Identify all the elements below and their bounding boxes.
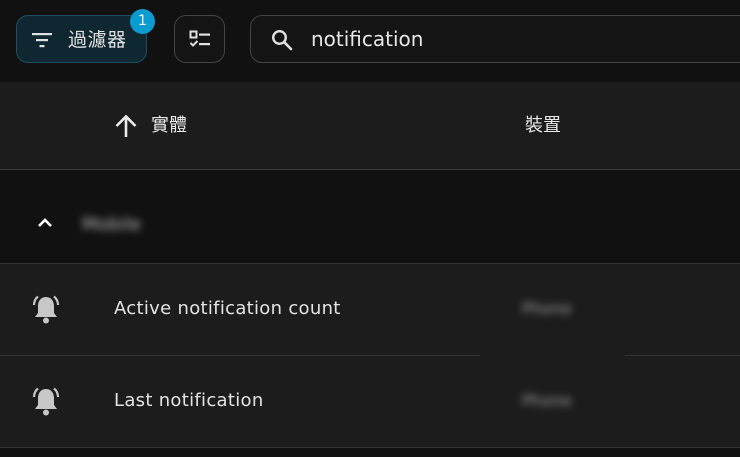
selection-mode-button[interactable] [174,15,225,63]
bell-ring-icon [32,387,60,416]
device-name: Phone [522,299,572,318]
table-row[interactable]: Last notification Phone [0,356,740,448]
column-header-entity[interactable]: 實體 [151,113,187,139]
column-header-device[interactable]: 裝置 [525,113,561,139]
checklist-icon [189,30,210,47]
table-header: 實體 裝置 [0,82,740,170]
filter-button[interactable]: 過濾器 [16,15,147,63]
entity-name: Active notification count [114,298,341,319]
divider [480,355,625,357]
search-field[interactable] [250,15,740,63]
chevron-up-icon[interactable] [36,216,54,228]
group-name: Mobile [82,214,142,235]
device-name: Phone [522,391,572,410]
magnify-icon [271,29,293,51]
group-header-row[interactable]: Mobile [0,170,740,264]
arrow-up-icon[interactable] [113,113,139,139]
filter-lines-icon [32,33,52,48]
toolbar: 過濾器 1 [0,0,740,82]
search-input[interactable] [311,24,731,54]
table-row[interactable]: Active notification count Phone [0,264,740,356]
bell-ring-icon [32,295,60,324]
filter-count-badge: 1 [130,9,155,34]
entity-name: Last notification [114,390,264,411]
filter-button-label: 過濾器 [68,29,127,51]
entities-page: 過濾器 1 實體 裝置 [0,0,740,457]
